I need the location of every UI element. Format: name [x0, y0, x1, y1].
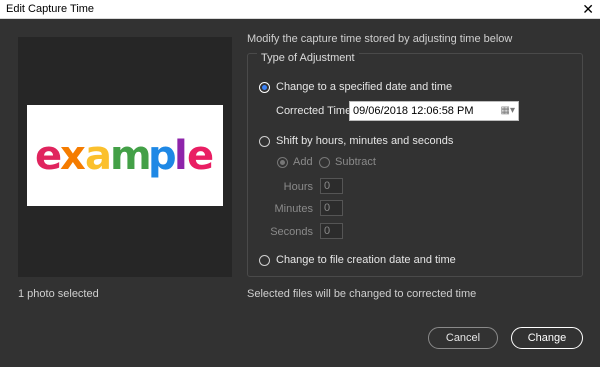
seconds-label: Seconds — [270, 226, 313, 238]
example-logo-image: e x a m p l e — [33, 131, 216, 181]
subtract-label: Subtract — [335, 156, 376, 168]
hours-input[interactable]: 0 — [320, 178, 343, 194]
radio-specified-date[interactable] — [259, 82, 270, 93]
minutes-label: Minutes — [274, 203, 313, 215]
close-icon[interactable]: ✕ — [582, 0, 594, 18]
seconds-input[interactable]: 0 — [320, 223, 343, 239]
radio-shift-time[interactable] — [259, 136, 270, 147]
minutes-input[interactable]: 0 — [320, 200, 343, 216]
svg-text:e: e — [35, 133, 62, 179]
change-button[interactable]: Change — [511, 327, 583, 349]
radio-file-creation-date[interactable] — [259, 255, 270, 266]
corrected-time-field[interactable]: 09/06/2018 12:06:58 PM ▦▾ — [349, 101, 519, 121]
footer-note: Selected files will be changed to correc… — [247, 288, 477, 300]
corrected-time-label: Corrected Time — [276, 105, 352, 117]
calendar-icon[interactable]: ▦▾ — [501, 105, 515, 116]
svg-text:e: e — [187, 133, 214, 179]
svg-text:l: l — [174, 133, 188, 179]
add-label: Add — [293, 156, 313, 168]
option-shift-label[interactable]: Shift by hours, minutes and seconds — [276, 135, 453, 147]
hours-label: Hours — [283, 181, 313, 193]
radio-add[interactable] — [277, 157, 288, 168]
option-specified-label[interactable]: Change to a specified date and time — [276, 81, 452, 93]
radio-subtract[interactable] — [319, 157, 330, 168]
svg-text:m: m — [110, 133, 152, 179]
svg-text:a: a — [85, 133, 112, 179]
selection-count: 1 photo selected — [18, 288, 99, 300]
photo-thumbnail[interactable]: e x a m p l e — [27, 105, 223, 206]
cancel-button[interactable]: Cancel — [428, 327, 498, 349]
instructions-text: Modify the capture time stored by adjust… — [247, 33, 513, 45]
window-title: Edit Capture Time — [6, 3, 95, 15]
photo-preview-panel: e x a m p l e — [18, 37, 232, 277]
adjustment-legend: Type of Adjustment — [257, 52, 359, 64]
svg-text:p: p — [148, 133, 177, 179]
corrected-time-value[interactable]: 09/06/2018 12:06:58 PM — [353, 105, 473, 117]
svg-text:x: x — [60, 133, 86, 179]
option-file-date-label[interactable]: Change to file creation date and time — [276, 254, 456, 266]
title-bar: Edit Capture Time ✕ — [0, 0, 600, 19]
